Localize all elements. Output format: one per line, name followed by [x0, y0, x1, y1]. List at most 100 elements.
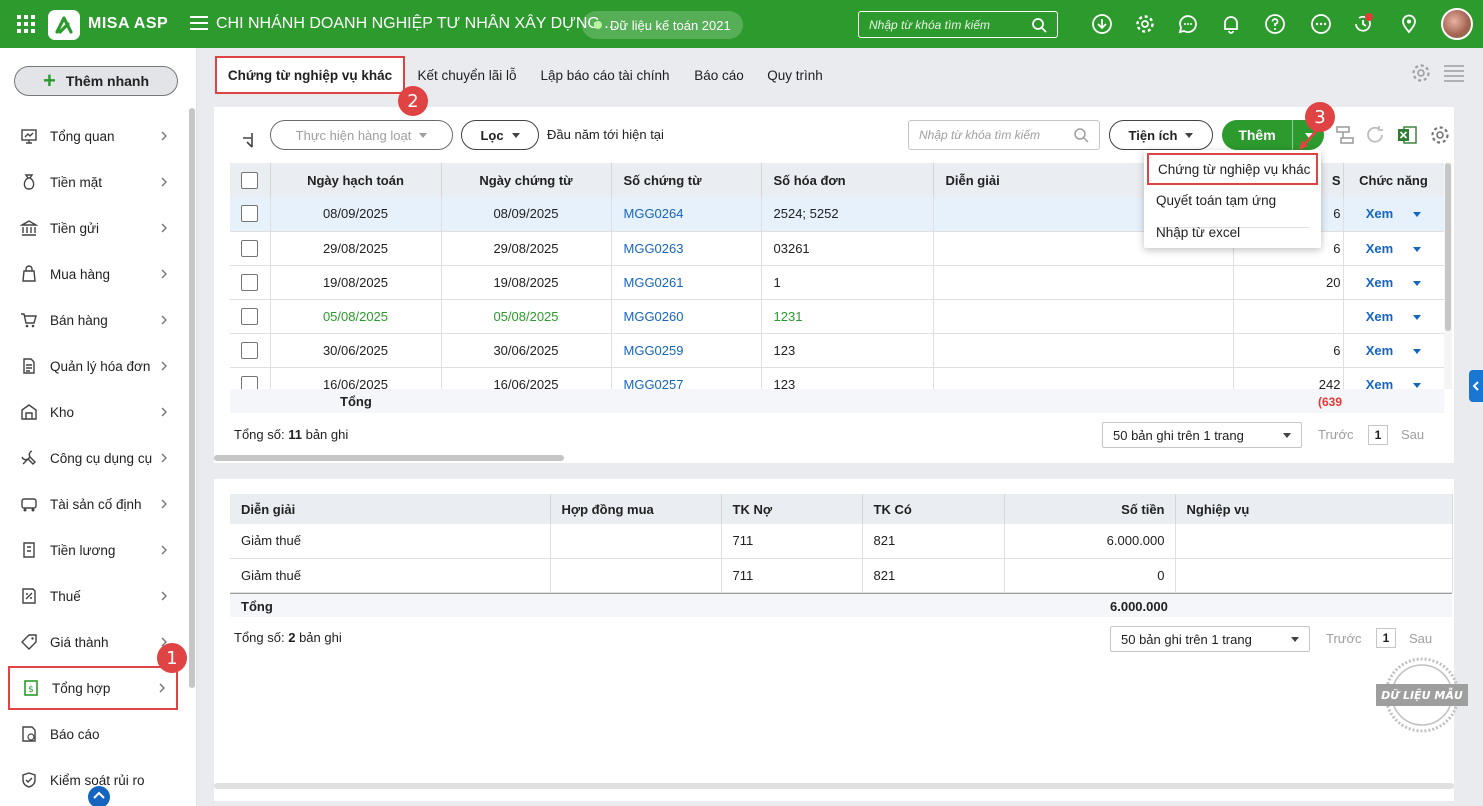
cell-so-chung-tu-link[interactable]: MGG0259 [611, 333, 762, 368]
row-checkbox[interactable] [241, 239, 259, 257]
row-checkbox-cell[interactable] [230, 299, 271, 334]
current-page[interactable]: 1 [1368, 425, 1388, 445]
sidebar-item-11[interactable]: Giá thành [8, 622, 178, 662]
cell-action[interactable]: Xem [1343, 265, 1444, 300]
notification-bell-icon[interactable] [1220, 13, 1242, 35]
grid-settings-icon[interactable] [1429, 124, 1451, 146]
app-grid-icon[interactable] [16, 14, 36, 34]
view-button[interactable]: Xem [1366, 377, 1393, 390]
table-row[interactable]: Giảm thuế 711 821 6.000.000 [230, 524, 1453, 559]
detail-horizontal-scrollbar[interactable] [214, 783, 1454, 789]
grid-search-input[interactable]: Nhập từ khóa tìm kiếm [908, 120, 1100, 150]
sidebar-item-2[interactable]: Tiền gửi [8, 208, 178, 248]
detail-next-page-button[interactable]: Sau [1409, 631, 1432, 646]
sidebar-item-13[interactable]: Báo cáo [8, 714, 178, 754]
col-tk-no[interactable]: TK Nợ [721, 494, 863, 524]
row-checkbox[interactable] [241, 375, 259, 389]
menu-nhap-tu-excel[interactable]: Nhập từ excel [1144, 216, 1321, 248]
sidebar-item-9[interactable]: Tiền lương [8, 530, 178, 570]
row-checkbox-cell[interactable] [230, 367, 271, 389]
tab-chung-tu-nghiep-vu-khac[interactable]: Chứng từ nghiệp vụ khác [215, 56, 405, 94]
menu-chung-tu-nghiep-vu-khac[interactable]: Chứng từ nghiệp vụ khác [1147, 153, 1318, 185]
row-checkbox-cell[interactable] [230, 333, 271, 368]
view-button[interactable]: Xem [1366, 241, 1393, 256]
global-search-input[interactable]: Nhập từ khóa tìm kiếm [858, 11, 1058, 38]
help-icon[interactable] [1264, 13, 1286, 35]
sidebar-scrollbar[interactable] [189, 108, 195, 688]
col-ngay-chung-tu[interactable]: Ngày chứng từ [441, 163, 612, 197]
col-tk-co[interactable]: TK Có [862, 494, 1005, 524]
row-checkbox[interactable] [241, 273, 259, 291]
page-size-select[interactable]: 50 bản ghi trên 1 trang [1102, 422, 1302, 448]
refresh-icon[interactable] [1364, 124, 1386, 146]
tab-ket-chuyen-lai-lo[interactable]: Kết chuyển lãi lỗ [408, 56, 526, 94]
history-icon[interactable] [1352, 13, 1374, 35]
cell-so-chung-tu-link[interactable]: MGG0264 [611, 197, 762, 232]
detail-prev-page-button[interactable]: Trước [1326, 631, 1362, 646]
cell-action[interactable]: Xem [1343, 333, 1444, 368]
tab-quy-trinh[interactable]: Quy trình [758, 56, 832, 94]
table-row[interactable]: 30/06/2025 30/06/2025 MGG0259 123 6 Xem [230, 333, 1444, 368]
caret-down-icon[interactable] [1413, 382, 1422, 388]
col-nghiep-vu[interactable]: Nghiệp vụ [1175, 494, 1453, 524]
settings-icon[interactable] [1134, 13, 1156, 35]
layout-list-icon[interactable] [1443, 64, 1465, 82]
table-row[interactable]: 19/08/2025 19/08/2025 MGG0261 1 20 Xem [230, 265, 1444, 300]
right-panel-toggle[interactable] [1469, 370, 1483, 402]
row-checkbox-cell[interactable] [230, 197, 271, 232]
caret-down-icon[interactable] [1413, 280, 1422, 286]
select-all-checkbox[interactable] [241, 171, 259, 189]
col-ngay-hach-toan[interactable]: Ngày hạch toán [270, 163, 442, 197]
view-button[interactable]: Xem [1366, 309, 1393, 324]
user-avatar[interactable] [1441, 8, 1473, 40]
sidebar-item-7[interactable]: Công cụ dụng cụ [8, 438, 178, 478]
cell-so-chung-tu-link[interactable]: MGG0257 [611, 367, 762, 389]
cell-action[interactable]: Xem [1343, 299, 1444, 334]
detail-current-page[interactable]: 1 [1376, 628, 1396, 648]
view-button[interactable]: Xem [1366, 343, 1393, 358]
row-checkbox[interactable] [241, 205, 259, 223]
cell-action[interactable]: Xem [1343, 197, 1444, 232]
tab-lap-bao-cao-tai-chinh[interactable]: Lập báo cáo tài chính [532, 56, 678, 94]
caret-down-icon[interactable] [1413, 314, 1422, 320]
cell-so-chung-tu-link[interactable]: MGG0260 [611, 299, 762, 334]
sidebar-item-0[interactable]: Tổng quan [8, 116, 178, 156]
cell-so-chung-tu-link[interactable]: MGG0263 [611, 231, 762, 266]
grid-vertical-scrollbar[interactable] [1445, 163, 1451, 331]
sidebar-item-4[interactable]: Bán hàng [8, 300, 178, 340]
row-checkbox-cell[interactable] [230, 231, 271, 266]
prev-page-button[interactable]: Trước [1318, 427, 1354, 442]
caret-down-icon[interactable] [1413, 348, 1422, 354]
detail-page-size-select[interactable]: 50 bản ghi trên 1 trang [1110, 626, 1310, 652]
workflow-icon[interactable] [1334, 124, 1356, 146]
add-button[interactable]: Thêm [1222, 120, 1292, 150]
col-so-chung-tu[interactable]: Số chứng từ [611, 163, 762, 197]
table-row[interactable]: 05/08/2025 05/08/2025 MGG0260 1231 Xem [230, 299, 1444, 334]
col-hop-dong-mua[interactable]: Hợp đồng mua [550, 494, 722, 524]
sidebar-scroll-up-button[interactable] [88, 786, 110, 806]
row-checkbox[interactable] [241, 307, 259, 325]
sidebar-item-3[interactable]: Mua hàng [8, 254, 178, 294]
branch-name[interactable]: CHI NHÁNH DOANH NGHIỆP TƯ NHÂN XÂY DỰNG … [216, 15, 618, 33]
tab-bao-cao[interactable]: Báo cáo [684, 56, 754, 94]
row-checkbox[interactable] [241, 341, 259, 359]
data-year-pill[interactable]: Dữ liệu kế toán 2021 [582, 11, 743, 39]
select-all-cell[interactable] [230, 163, 271, 197]
caret-down-icon[interactable] [1413, 212, 1422, 218]
batch-action-button[interactable]: Thực hiện hàng loạt [270, 120, 453, 150]
search-icon[interactable] [1031, 17, 1047, 33]
chat-icon[interactable] [1177, 13, 1199, 35]
row-checkbox-cell[interactable] [230, 265, 271, 300]
col-so-tien[interactable]: Số tiền [1004, 494, 1176, 524]
tab-settings-icon[interactable] [1410, 62, 1432, 84]
sidebar-item-12[interactable]: $ Tổng hợp [8, 666, 178, 710]
menu-quyet-toan-tam-ung[interactable]: Quyết toán tạm ứng [1144, 184, 1321, 216]
table-row[interactable]: Giảm thuế 711 821 0 [230, 558, 1453, 593]
caret-down-icon[interactable] [1413, 246, 1422, 252]
cell-action[interactable]: Xem [1343, 231, 1444, 266]
grid-horizontal-scrollbar[interactable] [214, 455, 564, 461]
sidebar-item-10[interactable]: Thuế [8, 576, 178, 616]
utility-button[interactable]: Tiện ích [1109, 120, 1213, 150]
location-icon[interactable] [1398, 13, 1420, 35]
more-icon[interactable] [1310, 13, 1332, 35]
